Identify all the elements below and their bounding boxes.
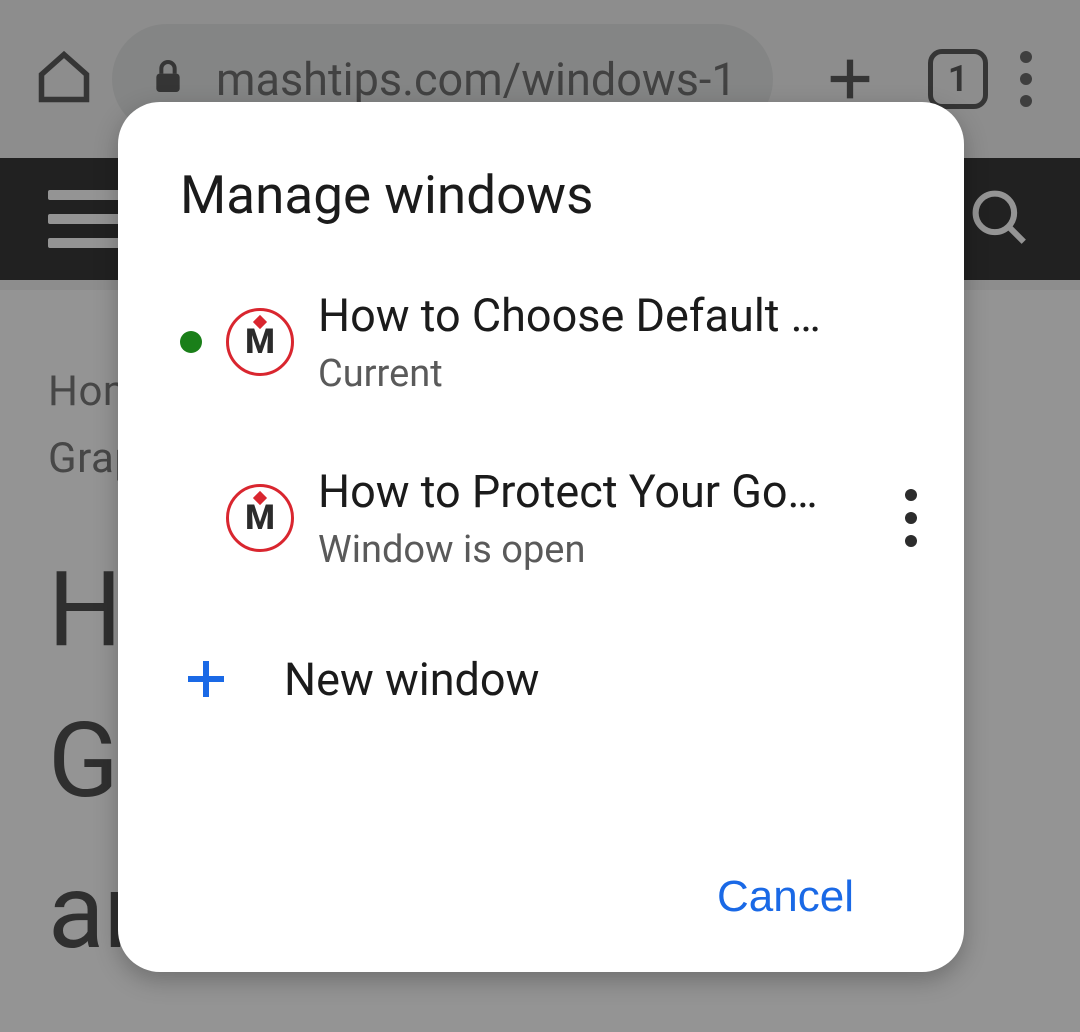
dialog-footer: Cancel [607,822,964,972]
dialog-title: Manage windows [118,164,964,244]
window-list: M How to Choose Default … Current M How … [118,244,964,752]
window-item-subtitle: Current [318,352,934,396]
site-favicon-icon: M [226,308,294,376]
window-item[interactable]: M How to Protect Your Go… Window is open [118,430,964,606]
window-item-text: How to Choose Default … Current [318,288,934,396]
window-item-menu-button[interactable] [888,489,934,547]
window-item-text: How to Protect Your Go… Window is open [318,464,864,572]
new-window-label: New window [284,653,539,706]
window-item-subtitle: Window is open [318,528,864,572]
window-item-title: How to Protect Your Go… [318,464,864,520]
cancel-button[interactable]: Cancel [717,872,854,922]
window-item-current[interactable]: M How to Choose Default … Current [118,254,964,430]
window-item-title: How to Choose Default … [318,288,934,344]
new-window-button[interactable]: New window [118,606,964,752]
site-favicon-icon: M [226,484,294,552]
manage-windows-dialog: Manage windows M How to Choose Default …… [118,102,964,972]
current-indicator-dot [180,331,202,353]
plus-icon [180,655,232,703]
